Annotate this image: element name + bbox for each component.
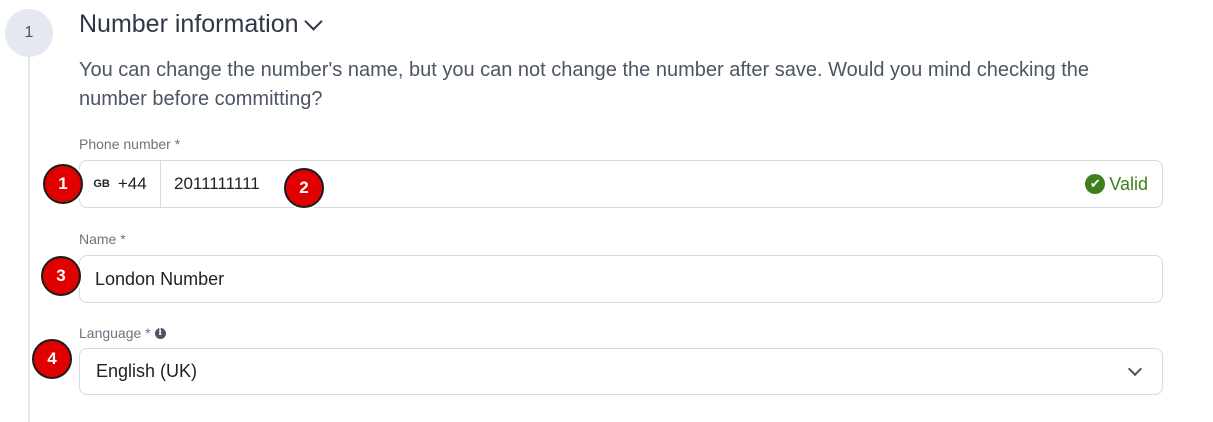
dial-code: +44: [117, 174, 147, 193]
validation-status: ✔ Valid: [1085, 174, 1148, 195]
name-label-text: Name *: [79, 231, 126, 247]
phone-number-label: Phone number *: [79, 136, 180, 152]
info-icon[interactable]: i: [154, 327, 166, 339]
country-code-selector[interactable]: GB +44: [80, 161, 161, 207]
annotation-badge-3: 3: [41, 256, 81, 296]
language-label-text: Language *: [79, 325, 151, 341]
annotation-badge-1: 1: [43, 164, 83, 204]
language-select-value: English (UK): [96, 361, 198, 381]
language-label: Language * i: [79, 325, 166, 341]
annotation-badge-4: 4: [32, 339, 72, 379]
annotation-badge-2: 2: [284, 168, 324, 208]
chevron-down-icon[interactable]: [1127, 361, 1143, 377]
name-field[interactable]: London Number: [79, 255, 1163, 303]
name-input[interactable]: London Number: [95, 269, 224, 290]
section-title: Number information: [79, 10, 299, 38]
section-header-toggle[interactable]: Number information: [79, 10, 323, 39]
section-description: You can change the number's name, but yo…: [79, 59, 1090, 110]
phone-number-label-text: Phone number *: [79, 136, 181, 152]
name-label: Name *: [79, 231, 126, 247]
validation-status-text: Valid: [1109, 173, 1148, 194]
step-number-circle: 1: [5, 9, 53, 57]
phone-number-field: GB +44 2011111111 ✔ Valid: [79, 160, 1163, 208]
country-code: GB: [93, 178, 110, 190]
step-connector-line: [28, 50, 30, 422]
check-circle-icon: ✔: [1085, 174, 1106, 194]
chevron-down-icon: [303, 11, 323, 31]
language-select[interactable]: English (UK): [79, 348, 1163, 395]
